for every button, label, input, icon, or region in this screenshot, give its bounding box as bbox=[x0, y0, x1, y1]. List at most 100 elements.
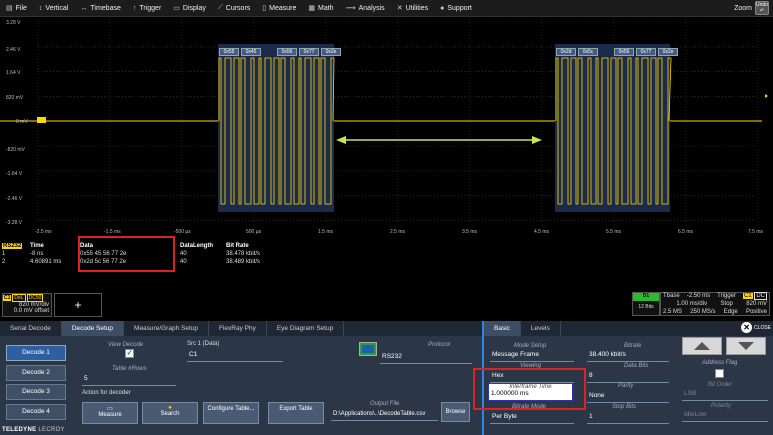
menu-measure[interactable]: ▯ Measure bbox=[256, 0, 302, 17]
channel-marker bbox=[37, 117, 46, 123]
decode-3-button[interactable]: Decode 3 bbox=[6, 384, 66, 400]
x-axis-label: 7.5 ms bbox=[748, 229, 764, 235]
tbase-value: -2.50 ms bbox=[686, 293, 711, 299]
x-axis-label: 4.5 ms bbox=[534, 229, 550, 235]
math-icon: ▦ bbox=[308, 5, 315, 12]
right-tab-bar: Basic Levels ✕ CLOSE bbox=[484, 321, 773, 336]
table-rows-field[interactable]: 5 bbox=[82, 374, 176, 386]
packet-byte-label: 0x2e bbox=[658, 48, 678, 56]
menu-analysis[interactable]: ⟿ Analysis bbox=[340, 0, 391, 17]
packet-byte-label: 0x5c bbox=[578, 48, 598, 56]
brand-name: TELEDYNE bbox=[2, 427, 37, 433]
up-arrow-icon bbox=[694, 342, 710, 350]
measure-button[interactable]: ▭ Measure bbox=[82, 402, 138, 424]
menu-math[interactable]: ▦ Math bbox=[302, 0, 339, 17]
zoom-control[interactable]: Zoom Undo ↶ bbox=[734, 1, 769, 15]
browse-button[interactable]: Browse bbox=[441, 402, 470, 422]
view-decode-checkbox[interactable]: ✓ bbox=[125, 349, 134, 358]
brand-sub: LECROY bbox=[38, 427, 65, 433]
tab-eye-diagram-setup[interactable]: Eye Diagram Setup bbox=[267, 321, 345, 336]
tab-decode-setup[interactable]: Decode Setup bbox=[61, 321, 125, 336]
y-axis-label: 0 mV bbox=[16, 119, 28, 125]
arrow-head-left bbox=[336, 136, 346, 144]
bitrate-label: Bitrate bbox=[624, 343, 642, 349]
menu-cursors[interactable]: ⟋ Cursors bbox=[212, 0, 256, 17]
data-bits-field[interactable]: 8 bbox=[587, 371, 669, 383]
decode-2-button[interactable]: Decode 2 bbox=[6, 365, 66, 381]
y-axis-label: -820 mV bbox=[6, 147, 25, 153]
tab-levels[interactable]: Levels bbox=[521, 321, 561, 336]
menu-timebase[interactable]: ↔ Timebase bbox=[74, 0, 126, 17]
output-file-field[interactable]: D:\Applications\..\DecodeTable.csv bbox=[331, 409, 438, 421]
cell-index: 2 bbox=[2, 259, 6, 265]
stop-bits-label: Stop Bits bbox=[612, 404, 637, 410]
scroll-up-button[interactable] bbox=[682, 337, 722, 355]
configure-table-button[interactable]: Configure Table... bbox=[203, 402, 259, 424]
src-label: Src 1 (Data) bbox=[187, 341, 220, 347]
x-axis-label: 5.5 ms bbox=[606, 229, 622, 235]
decode-4-button[interactable]: Decode 4 bbox=[6, 404, 66, 420]
bitrate-field[interactable]: 38.400 kbit/s bbox=[587, 350, 669, 362]
undo-button[interactable]: Undo ↶ bbox=[755, 1, 769, 15]
sample-rate: 250 MS/s bbox=[690, 309, 716, 315]
undo-icon: ↶ bbox=[759, 8, 765, 14]
tab-measure-graph-setup[interactable]: Measure/Graph Setup bbox=[124, 321, 209, 336]
waveform-grid[interactable]: 0x55 0x45 0x56 0x77 0x2e 0x2d 0x5c 0x56 0x77 0x2… bbox=[0, 18, 773, 236]
mode-setup-field[interactable]: Message Frame bbox=[490, 350, 574, 362]
menu-label: Measure bbox=[269, 4, 297, 12]
cell-length: 40 bbox=[180, 259, 187, 265]
cell-bitrate: 38.489 kbit/s bbox=[226, 259, 261, 265]
address-flag-checkbox[interactable] bbox=[715, 369, 724, 378]
measure-button-label: Measure bbox=[98, 412, 122, 418]
polarity-label: Polarity bbox=[711, 403, 732, 409]
bit-order-field[interactable]: LSB bbox=[682, 389, 768, 401]
menu-utilities[interactable]: ✕ Utilities bbox=[391, 0, 434, 17]
y-axis-label: -3.28 V bbox=[6, 220, 23, 226]
tab-serial-decode[interactable]: Serial Decode bbox=[0, 321, 62, 336]
protocol-label: Protocol bbox=[428, 342, 451, 348]
packet-byte-label: 0x56 bbox=[277, 48, 297, 56]
scroll-down-button[interactable] bbox=[726, 337, 766, 355]
trigger-type: Edge bbox=[723, 309, 738, 315]
cell-time: -8 ns bbox=[30, 251, 44, 257]
menu-label: Analysis bbox=[358, 4, 385, 12]
add-channel-button[interactable]: + bbox=[54, 293, 102, 317]
tab-basic[interactable]: Basic bbox=[484, 321, 521, 336]
trigger-source-tag: C1 bbox=[742, 293, 753, 299]
protocol-field[interactable]: RS232 bbox=[380, 352, 472, 364]
decode-1-button[interactable]: Decode 1 bbox=[6, 345, 66, 361]
close-button[interactable]: ✕ CLOSE bbox=[741, 322, 771, 333]
tab-flexray-phy[interactable]: FlexRay Phy bbox=[209, 321, 267, 336]
mode-setup-label: Mode Setup bbox=[514, 343, 547, 349]
channel-offset: 0.0 mV offset bbox=[13, 308, 49, 314]
packet-byte-label: 0x2d bbox=[556, 48, 576, 56]
x-axis-label: -2.5 ms bbox=[35, 229, 52, 235]
export-table-button[interactable]: Export Table bbox=[268, 402, 324, 424]
menu-vertical[interactable]: ↕ Vertical bbox=[33, 0, 74, 17]
src-field[interactable]: C1 bbox=[187, 350, 283, 362]
stop-bits-field[interactable]: 1 bbox=[587, 412, 669, 424]
parity-field[interactable]: None bbox=[587, 391, 669, 403]
timebase-trigger-descriptor[interactable]: Tbase -2.50 ms Trigger C1 DC 1.00 ms/div… bbox=[660, 292, 770, 316]
decoder-tag: D1 bbox=[633, 293, 659, 301]
menu-display[interactable]: ▭ Display bbox=[167, 0, 212, 17]
address-flag-label: Address Flag bbox=[702, 360, 738, 366]
table-rows-label: Table #Rows bbox=[112, 366, 147, 372]
channel-1-descriptor[interactable]: C1 DeL DC50 820 mV/div 0.0 mV offset bbox=[2, 293, 52, 317]
menu-trigger[interactable]: ↑ Trigger bbox=[127, 0, 167, 17]
search-button[interactable]: ● Search bbox=[142, 402, 198, 424]
bit-order-label: Bit Order bbox=[708, 382, 733, 388]
menu-support[interactable]: ● Support bbox=[434, 0, 478, 17]
packet-byte-label: 0x2e bbox=[321, 48, 341, 56]
polarity-field[interactable]: IdleLow bbox=[682, 410, 768, 422]
packet-byte-label: 0x77 bbox=[636, 48, 656, 56]
decoder-status[interactable]: D1 12 Bits bbox=[632, 292, 660, 316]
menu-label: Math bbox=[318, 4, 334, 12]
cell-index: 1 bbox=[2, 251, 6, 257]
menu-file[interactable]: ▤ File bbox=[0, 0, 33, 17]
acq-mode: Stop bbox=[720, 301, 733, 307]
trigger-slope: Positive bbox=[745, 309, 767, 315]
packet-byte-label: 0x56 bbox=[614, 48, 634, 56]
file-icon: ▤ bbox=[6, 5, 13, 12]
bitrate-mode-field[interactable]: Per Byte bbox=[490, 412, 574, 424]
